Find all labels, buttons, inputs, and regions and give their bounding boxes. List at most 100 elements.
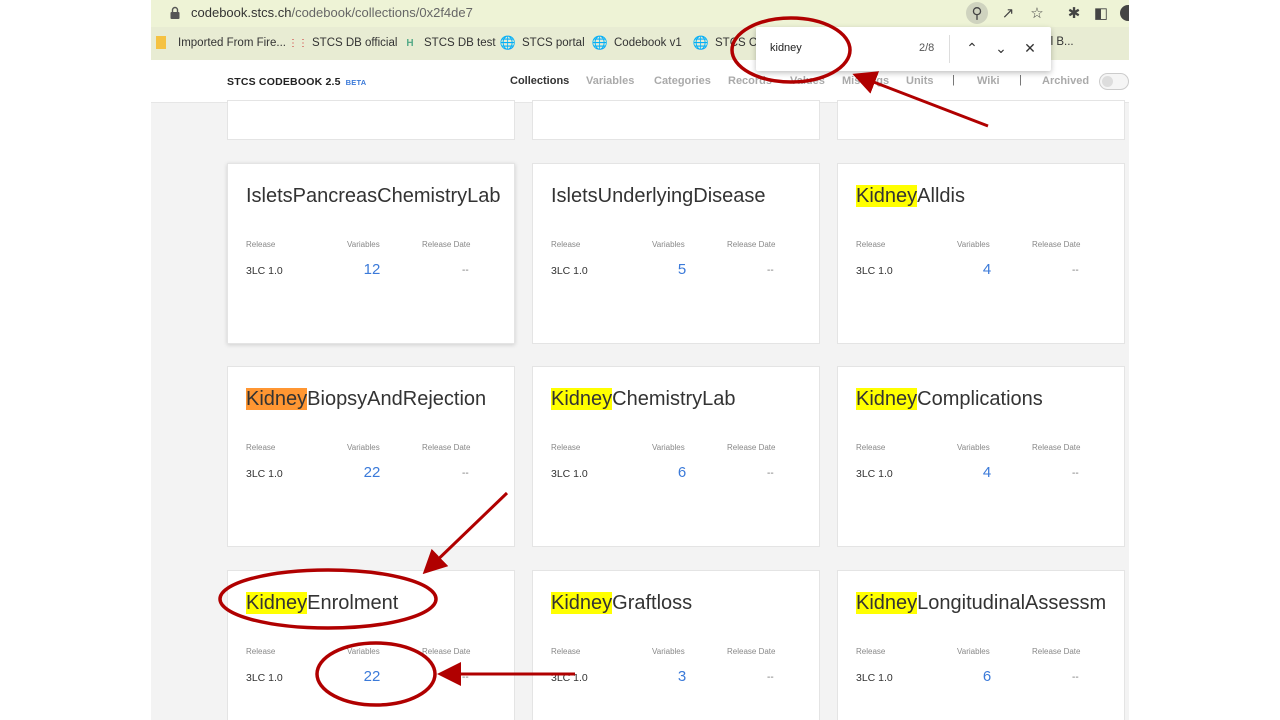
search-highlight: Kidney (551, 388, 613, 410)
find-close-button[interactable]: ✕ (1020, 38, 1040, 58)
nav-values[interactable]: Values (790, 75, 825, 87)
nav-records[interactable]: Records (728, 75, 772, 87)
card-title[interactable]: KidneyChemistryLab (551, 388, 736, 411)
star-icon[interactable]: ☆ (1026, 2, 1048, 24)
release-label: Release (856, 240, 886, 249)
share-icon[interactable]: ↗ (997, 2, 1019, 24)
find-input[interactable]: kidney (770, 42, 802, 54)
collection-card[interactable]: KidneyEnrolment Release Variables Releas… (227, 570, 515, 720)
card-title-text: IsletsPancreasChemistryLab (246, 185, 501, 207)
variables-count[interactable]: 4 (967, 261, 1007, 278)
nav-wiki[interactable]: Wiki (977, 75, 1000, 87)
url-text[interactable]: codebook.stcs.ch/codebook/collections/0x… (191, 5, 473, 20)
find-next-button[interactable]: ⌄ (991, 38, 1011, 58)
release-value: 3LC 1.0 (856, 265, 893, 277)
collection-card[interactable]: IsletsPancreasChemistryLab Release Varia… (227, 163, 515, 344)
profile-icon[interactable] (1117, 2, 1129, 24)
nav-collections[interactable]: Collections (510, 75, 569, 87)
nav-missings[interactable]: Missings (842, 75, 889, 87)
release-label: Release (246, 647, 276, 656)
collection-card-partial[interactable] (837, 100, 1125, 140)
nav-categories[interactable]: Categories (654, 75, 711, 87)
card-title-text: Enrolment (307, 592, 399, 614)
card-title[interactable]: KidneyEnrolment (246, 592, 398, 615)
variables-count[interactable]: 6 (967, 668, 1007, 685)
search-highlight: Kidney (246, 592, 308, 614)
release-date-label: Release Date (422, 647, 471, 656)
card-title[interactable]: IsletsPancreasChemistryLab (246, 185, 501, 208)
brand[interactable]: STCS CODEBOOK 2.5 BETA (227, 76, 366, 88)
variables-count[interactable]: 12 (352, 261, 392, 278)
find-prev-button[interactable]: ⌃ (962, 38, 982, 58)
url-host: codebook.stcs.ch (191, 5, 292, 20)
bookmark-stcs-db-official[interactable]: ⋮⋮ STCS DB official (288, 36, 397, 50)
dots-icon: ⋮⋮ (288, 37, 308, 49)
variables-label: Variables (347, 443, 380, 452)
nav-archived: Archived (1042, 75, 1090, 87)
address-bar[interactable]: codebook.stcs.ch/codebook/collections/0x… (151, 0, 1129, 27)
variables-count[interactable]: 22 (352, 668, 392, 685)
card-title[interactable]: KidneyComplications (856, 388, 1043, 411)
card-title[interactable]: KidneyAlldis (856, 185, 965, 208)
release-label: Release (856, 647, 886, 656)
release-label: Release (551, 443, 581, 452)
card-title-text: Alldis (917, 185, 965, 207)
release-date-label: Release Date (1032, 240, 1081, 249)
variables-label: Variables (347, 647, 380, 656)
card-title[interactable]: KidneyGraftloss (551, 592, 692, 615)
search-highlight: Kidney (856, 388, 918, 410)
variables-label: Variables (957, 647, 990, 656)
release-date-label: Release Date (1032, 647, 1081, 656)
card-title-text: Graftloss (612, 592, 693, 614)
card-title-text: BiopsyAndRejection (307, 388, 487, 410)
folder-icon (156, 36, 166, 49)
zoom-icon[interactable]: ⚲ (966, 2, 988, 24)
bookmark-label: STCS portal (522, 37, 585, 49)
extensions-icon[interactable]: ✱ (1063, 2, 1085, 24)
collection-card[interactable]: IsletsUnderlyingDisease Release Variable… (532, 163, 820, 344)
release-label: Release (551, 647, 581, 656)
collection-card[interactable]: KidneyBiopsyAndRejection Release Variabl… (227, 366, 515, 547)
bookmark-imported[interactable]: Imported From Fire... (156, 36, 286, 49)
collection-card[interactable]: KidneyComplications Release Variables Re… (837, 366, 1125, 547)
bookmark-stcs-db-test[interactable]: H STCS DB test (403, 36, 495, 50)
release-date-value: -- (1072, 672, 1079, 683)
collection-card-partial[interactable] (532, 100, 820, 140)
card-title[interactable]: KidneyBiopsyAndRejection (246, 388, 486, 411)
collection-card[interactable]: KidneyLongitudinalAssessm Release Variab… (837, 570, 1125, 720)
bookmark-stcs-co[interactable]: 🌐 STCS Co (693, 35, 764, 50)
release-date-value: -- (767, 265, 774, 276)
variables-count[interactable]: 3 (662, 668, 702, 685)
variables-count[interactable]: 5 (662, 261, 702, 278)
collection-card[interactable]: KidneyGraftloss Release Variables Releas… (532, 570, 820, 720)
variables-count[interactable]: 6 (662, 464, 702, 481)
find-divider (949, 35, 950, 63)
release-date-value: -- (462, 265, 469, 276)
globe-icon: 🌐 (499, 35, 517, 50)
nav-units[interactable]: Units (906, 75, 934, 87)
card-title-text: LongitudinalAssessm (917, 592, 1107, 614)
chevron-down-icon: ⌄ (995, 39, 1007, 56)
variables-count[interactable]: 4 (967, 464, 1007, 481)
collection-card[interactable]: KidneyAlldis Release Variables Release D… (837, 163, 1125, 344)
collection-card-partial[interactable] (227, 100, 515, 140)
url-path: /codebook/collections/0x2f4de7 (291, 5, 473, 20)
bookmark-stcs-portal[interactable]: 🌐 STCS portal (499, 35, 585, 50)
bookmark-codebook-v1[interactable]: 🌐 Codebook v1 (591, 35, 682, 50)
sidepanel-icon[interactable]: ◧ (1090, 2, 1112, 24)
collection-card[interactable]: KidneyChemistryLab Release Variables Rel… (532, 366, 820, 547)
variables-count[interactable]: 22 (352, 464, 392, 481)
nav-separator: | (952, 74, 955, 86)
variables-label: Variables (652, 443, 685, 452)
release-date-value: -- (462, 468, 469, 479)
archived-toggle[interactable] (1099, 73, 1129, 90)
bookmark-label: Imported From Fire... (178, 36, 286, 49)
globe-icon: 🌐 (591, 35, 609, 50)
release-date-value: -- (1072, 468, 1079, 479)
release-value: 3LC 1.0 (246, 672, 283, 684)
card-title[interactable]: IsletsUnderlyingDisease (551, 185, 766, 208)
release-value: 3LC 1.0 (551, 468, 588, 480)
nav-variables[interactable]: Variables (586, 75, 634, 87)
card-title[interactable]: KidneyLongitudinalAssessm (856, 592, 1106, 615)
release-label: Release (856, 443, 886, 452)
